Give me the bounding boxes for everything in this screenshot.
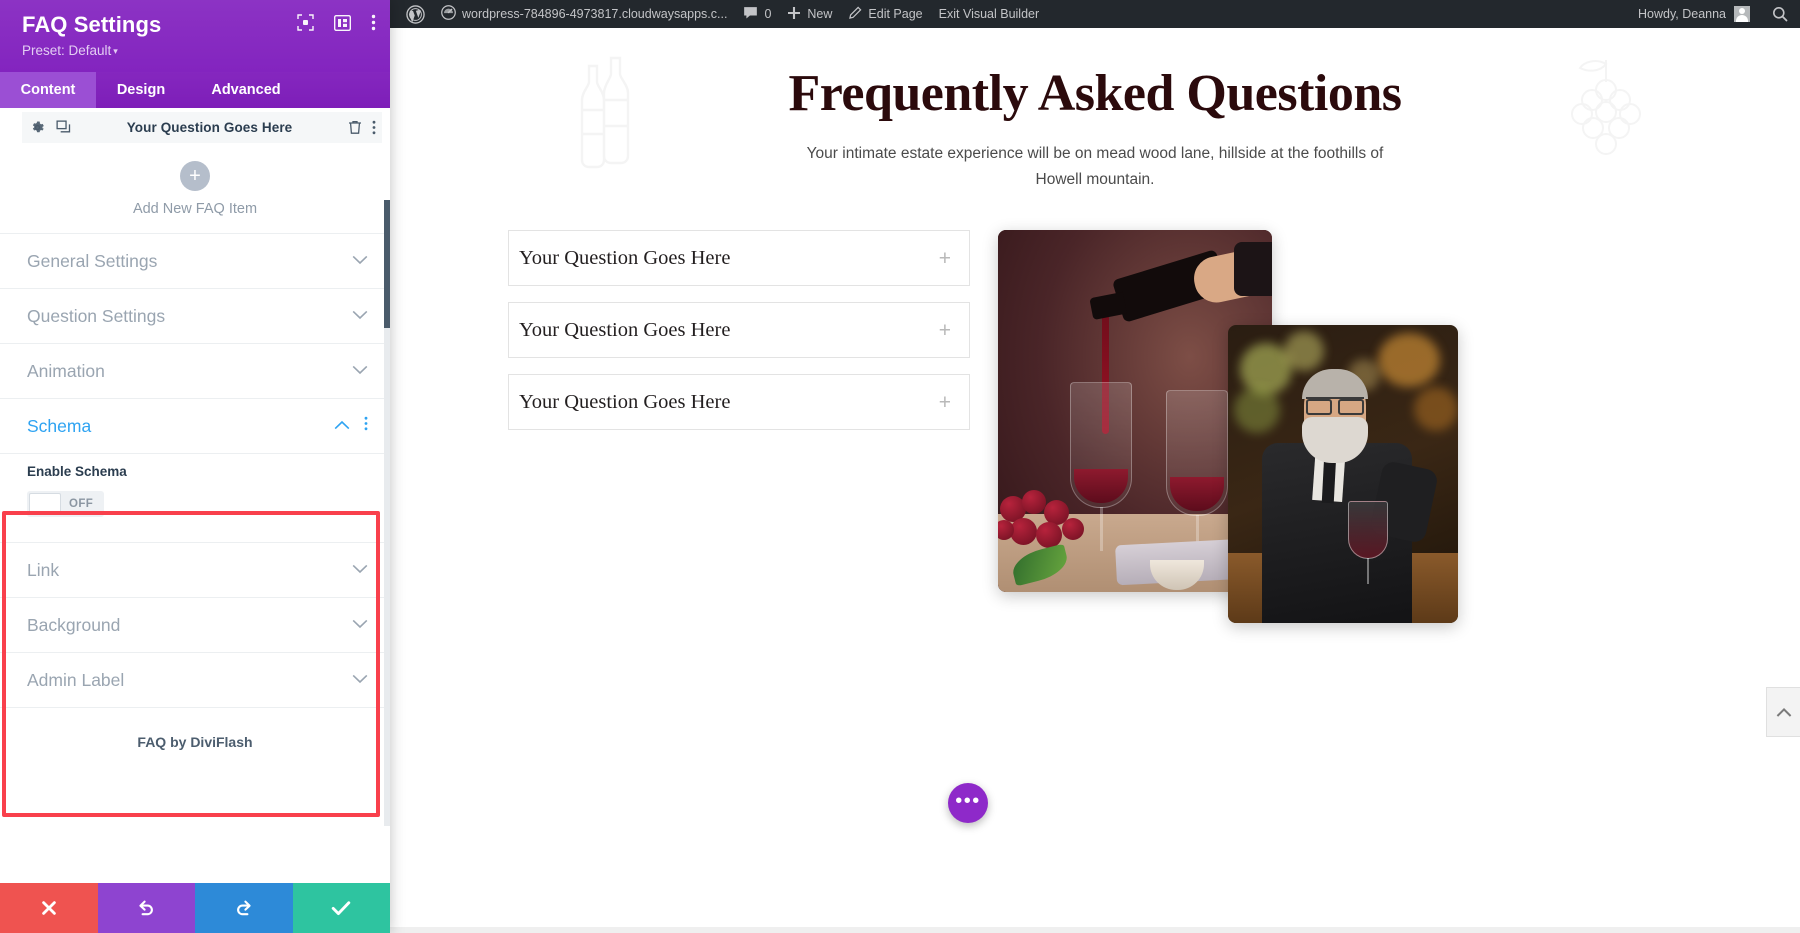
hero-section: Frequently Asked Questions Your intimate… xyxy=(390,28,1800,192)
site-name-menu[interactable]: wordpress-784896-4973817.cloudwaysapps.c… xyxy=(433,0,735,28)
new-label: New xyxy=(807,7,833,21)
faq-accordion-item[interactable]: Your Question Goes Here + xyxy=(508,374,970,431)
section-label: Admin Label xyxy=(27,669,125,690)
section-label: Animation xyxy=(27,360,105,381)
section-label: General Settings xyxy=(27,250,158,271)
trash-icon[interactable] xyxy=(348,120,362,135)
avatar xyxy=(1734,6,1750,22)
add-new-faq-item-label: Add New FAQ Item xyxy=(132,201,258,218)
section-label: Schema xyxy=(27,415,92,436)
faq-content-row: Your Question Goes Here + Your Question … xyxy=(390,230,1800,624)
preset-label: Preset: Default xyxy=(22,43,112,59)
enable-schema-label: Enable Schema xyxy=(27,464,127,480)
chevron-up-icon xyxy=(334,417,350,435)
edit-page-label: Edit Page xyxy=(868,7,923,21)
tab-content[interactable]: Content xyxy=(0,72,96,109)
faq-image-stack xyxy=(998,230,1478,624)
cancel-button[interactable] xyxy=(0,883,98,933)
faq-question: Your Question Goes Here xyxy=(519,390,731,413)
panel-header: FAQ Settings Preset: Default ▾ xyxy=(0,0,390,73)
plugin-byline: FAQ by DiviFlash xyxy=(137,734,253,751)
faq-settings-panel: FAQ Settings Preset: Default ▾ Content D… xyxy=(0,0,390,933)
page-canvas: Frequently Asked Questions Your intimate… xyxy=(390,28,1800,933)
plus-icon[interactable]: + xyxy=(939,320,951,341)
pencil-icon xyxy=(848,6,862,23)
edit-page-menu[interactable]: Edit Page xyxy=(840,0,930,28)
panel-preset[interactable]: Preset: Default ▾ xyxy=(22,43,372,58)
section-label: Link xyxy=(27,559,60,580)
site-name-label: wordpress-784896-4973817.cloudwaysapps.c… xyxy=(462,7,728,21)
chevron-down-icon xyxy=(352,671,368,689)
enable-schema-toggle[interactable]: OFF xyxy=(27,491,105,518)
redo-button[interactable] xyxy=(195,883,293,933)
faq-item-row[interactable]: Your Question Goes Here xyxy=(22,112,382,144)
toggle-state-label: OFF xyxy=(69,498,94,511)
panel-tabs: Content Design Advanced xyxy=(0,72,390,109)
panel-header-icons xyxy=(297,14,376,31)
kebab-menu-icon[interactable] xyxy=(364,416,368,436)
search-icon[interactable] xyxy=(1760,0,1800,28)
tab-design[interactable]: Design xyxy=(96,72,186,108)
plus-icon xyxy=(787,6,801,23)
faq-item-label: Your Question Goes Here xyxy=(126,120,293,136)
faq-accordion-item[interactable]: Your Question Goes Here + xyxy=(508,302,970,359)
section-label: Background xyxy=(27,614,121,635)
page-bottom-edge xyxy=(390,927,1800,933)
section-label: Question Settings xyxy=(27,305,166,326)
chevron-down-icon xyxy=(352,561,368,579)
panel-footer-actions xyxy=(0,883,390,933)
layout-columns-icon[interactable] xyxy=(334,14,351,31)
duplicate-icon[interactable] xyxy=(56,120,71,135)
comments-count: 0 xyxy=(764,7,772,21)
plus-icon[interactable]: + xyxy=(939,392,951,413)
chevron-down-icon xyxy=(352,616,368,634)
section-link[interactable]: Link xyxy=(0,543,390,599)
undo-button[interactable] xyxy=(97,883,195,933)
chevron-down-icon: ▾ xyxy=(113,46,118,57)
section-question-settings[interactable]: Question Settings xyxy=(0,289,390,345)
faq-question: Your Question Goes Here xyxy=(519,318,731,341)
section-animation[interactable]: Animation xyxy=(0,344,390,400)
comment-bubble-icon xyxy=(743,6,758,23)
section-schema[interactable]: Schema xyxy=(0,399,390,455)
toggle-knob xyxy=(29,493,61,516)
visual-builder-preview: wordpress-784896-4973817.cloudwaysapps.c… xyxy=(390,0,1800,933)
save-button[interactable] xyxy=(292,883,390,933)
chevron-down-icon xyxy=(352,252,368,270)
scroll-to-top-button[interactable] xyxy=(1766,687,1800,737)
add-new-faq-item[interactable]: + Add New FAQ Item xyxy=(0,143,390,233)
exit-visual-builder-button[interactable]: Exit Visual Builder xyxy=(931,0,1048,28)
man-drinking-wine-photo xyxy=(1228,325,1458,624)
plus-icon[interactable]: + xyxy=(180,161,210,192)
faq-accordion-item[interactable]: Your Question Goes Here + xyxy=(508,230,970,287)
kebab-menu-icon[interactable] xyxy=(371,14,376,31)
gear-icon[interactable] xyxy=(30,120,45,135)
section-admin-label[interactable]: Admin Label xyxy=(0,653,390,709)
chevron-down-icon xyxy=(352,362,368,380)
account-menu[interactable]: Howdy, Deanna xyxy=(1638,6,1760,22)
exit-visual-builder-label: Exit Visual Builder xyxy=(938,7,1040,21)
target-icon[interactable] xyxy=(297,14,314,31)
section-general-settings[interactable]: General Settings xyxy=(0,234,390,290)
page-subtitle: Your intimate estate experience will be … xyxy=(806,145,1384,188)
divi-menu-button[interactable]: ••• xyxy=(948,783,988,823)
new-content-menu[interactable]: New xyxy=(779,0,840,28)
howdy-label: Howdy, Deanna xyxy=(1637,7,1726,21)
wordpress-admin-bar: wordpress-784896-4973817.cloudwaysapps.c… xyxy=(390,0,1800,28)
wine-bottles-watermark-icon xyxy=(575,56,647,177)
tab-advanced[interactable]: Advanced xyxy=(186,72,306,108)
faq-accordion-list: Your Question Goes Here + Your Question … xyxy=(508,230,970,446)
wordpress-logo-icon[interactable] xyxy=(398,0,433,28)
schema-section-body: Enable Schema OFF xyxy=(0,454,390,544)
faq-question: Your Question Goes Here xyxy=(519,246,731,269)
kebab-menu-icon[interactable] xyxy=(372,120,376,135)
chevron-down-icon xyxy=(352,307,368,325)
grapes-watermark-icon xyxy=(1560,56,1652,173)
panel-scrollbar-thumb[interactable] xyxy=(384,200,390,329)
comments-menu[interactable]: 0 xyxy=(735,0,779,28)
section-background[interactable]: Background xyxy=(0,598,390,654)
panel-body: Your Question Goes Here + Add New FAQ It… xyxy=(0,108,390,883)
dashboard-icon xyxy=(441,5,456,23)
plus-icon[interactable]: + xyxy=(939,248,951,269)
